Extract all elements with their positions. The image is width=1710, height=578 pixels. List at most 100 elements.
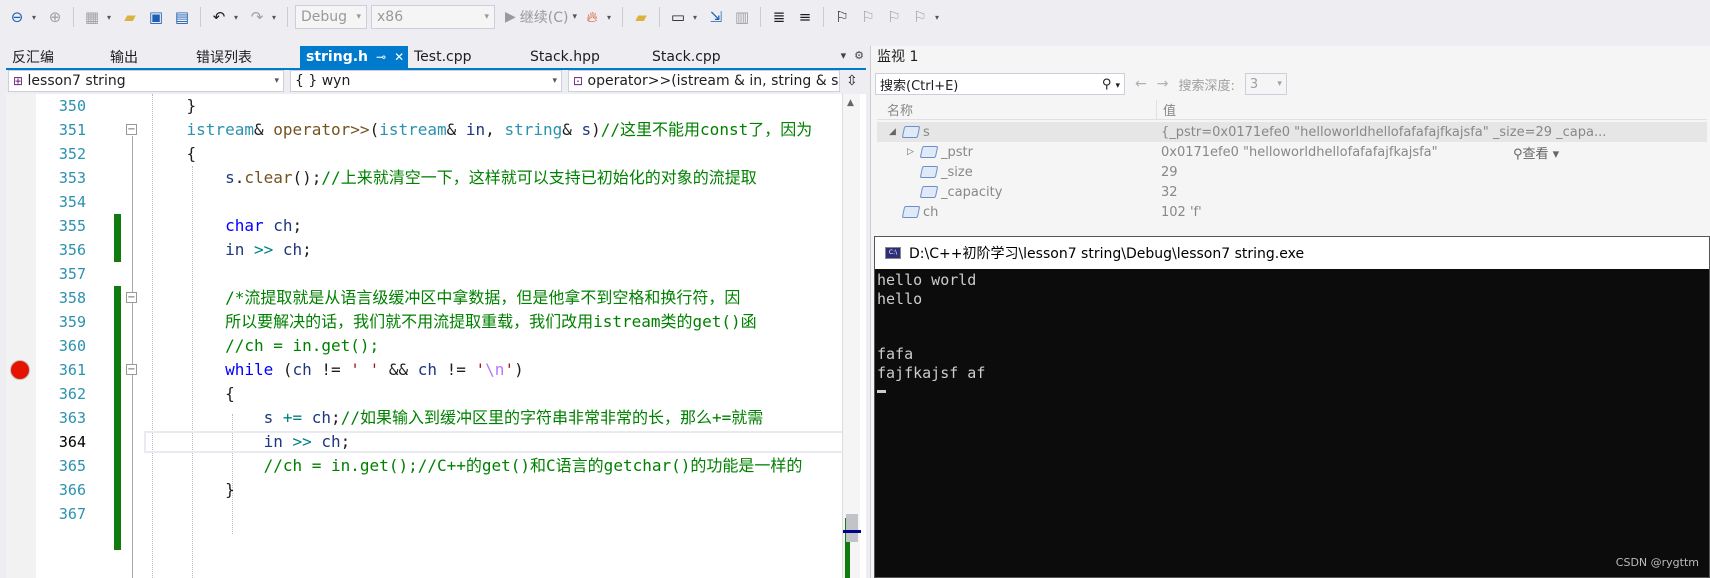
line-number: 363 <box>58 409 86 427</box>
project-select[interactable]: ⊞ lesson7 string ▾ <box>8 70 284 92</box>
collapse-icon[interactable]: ◢ <box>889 127 899 137</box>
view-button[interactable]: ⚲查看 ▾ <box>1513 143 1559 162</box>
watch-name-cell: _size <box>907 165 973 180</box>
project-icon: ⊞ <box>13 74 24 88</box>
pin-icon[interactable]: ⊸ <box>376 50 386 64</box>
code-text: 所以要解决的话，我们就不用流提取重载，我们改用istream类的get()函 <box>148 312 757 331</box>
line-number: 357 <box>58 265 86 283</box>
save-icon[interactable]: ▣ <box>145 6 167 28</box>
code-line: 361 while (ch != ' ' && ch != '\n') <box>6 358 866 382</box>
bookmark-clear-icon[interactable]: ⚐ <box>909 6 931 28</box>
forward-icon[interactable]: ⊕ <box>44 6 66 28</box>
tab-controls: ▾ ⚙ <box>841 49 864 62</box>
step-icon[interactable]: ⇲ <box>705 6 727 28</box>
toolbar-separator <box>760 7 762 27</box>
tab-error-list[interactable]: 错误列表 <box>190 46 300 68</box>
watch-row[interactable]: ch 102 'f' <box>877 202 1707 222</box>
console-window[interactable]: C:\ D:\C++初阶学习\lesson7 string\Debug\less… <box>874 236 1710 578</box>
code-line: 353 s.clear();//上来就清空一下，这样就可以支持已初始化的对象的流… <box>6 166 866 190</box>
watch-row[interactable]: _size 29 <box>877 162 1707 182</box>
layout-dropdown-icon[interactable]: ▾ <box>693 13 701 22</box>
toolbar-separator <box>287 7 288 27</box>
watermark: CSDN @rygttm <box>1615 556 1699 569</box>
column-name-header[interactable]: 名称 <box>877 100 1157 119</box>
align-icon[interactable]: ▥ <box>731 6 753 28</box>
scrollbar-thumb[interactable] <box>846 514 858 542</box>
toolbar-overflow-icon[interactable]: ▾ <box>935 13 943 22</box>
outdent-icon[interactable]: ≡ <box>794 6 816 28</box>
open-icon[interactable]: ▰ <box>119 6 141 28</box>
tab-stack-hpp[interactable]: Stack.hpp <box>524 46 646 68</box>
scroll-up-icon[interactable]: ▲ <box>847 98 854 108</box>
watch-row[interactable]: _capacity 32 <box>877 182 1707 202</box>
code-line: 354 <box>6 190 866 214</box>
watch-row[interactable]: ◢ s {_pstr=0x0171efe0 "helloworldhellofa… <box>877 122 1707 142</box>
code-line: 351 istream& operator>>(istream& in, str… <box>6 118 866 142</box>
member-lock-icon <box>919 186 939 198</box>
bookmark-next-icon[interactable]: ⚐ <box>883 6 905 28</box>
hot-reload-icon[interactable]: 🔥︎ <box>581 6 603 28</box>
undo-dropdown-icon[interactable]: ▾ <box>234 13 242 22</box>
hot-reload-dropdown-icon[interactable]: ▾ <box>607 13 615 22</box>
code-text: { <box>148 144 197 163</box>
redo-icon[interactable]: ↷ <box>246 6 268 28</box>
tab-test-cpp[interactable]: Test.cpp <box>408 46 524 68</box>
tab-disassembly[interactable]: 反汇编 <box>6 46 104 68</box>
undo-icon[interactable]: ↶ <box>208 6 230 28</box>
split-icon[interactable]: ⇳ <box>846 73 858 89</box>
back-dropdown-icon[interactable]: ▾ <box>32 13 40 22</box>
editor-scrollbar[interactable]: ▲ <box>842 94 861 578</box>
back-icon[interactable]: ⊖ <box>6 6 28 28</box>
scope-select[interactable]: { } wyn ▾ <box>290 70 562 92</box>
bookmark-icon[interactable]: ⚐ <box>831 6 853 28</box>
main-toolbar: ⊖ ▾ ⊕ ▦ ▾ ▰ ▣ ▤ ↶ ▾ ↷ ▾ Debug ▾ x86 ▾ ▶ 继续… <box>0 0 1710 34</box>
code-text: in >> ch; <box>225 240 312 259</box>
redo-dropdown-icon[interactable]: ▾ <box>272 13 280 22</box>
code-editor[interactable]: − − − 350 } 351 istream& operator>>(istr… <box>6 94 866 578</box>
new-dropdown-icon[interactable]: ▾ <box>107 13 115 22</box>
watch-value: 29 <box>1161 164 1178 180</box>
search-next-icon[interactable]: → <box>1157 76 1169 92</box>
folder-browse-icon[interactable]: ▰ <box>630 6 652 28</box>
console-titlebar[interactable]: C:\ D:\C++初阶学习\lesson7 string\Debug\less… <box>875 237 1709 269</box>
code-line: 352 { <box>6 142 866 166</box>
search-icon[interactable]: ⚲ ▾ <box>1102 77 1120 92</box>
line-number: 353 <box>58 169 86 187</box>
line-number: 358 <box>58 289 86 307</box>
code-line: 357 <box>6 262 866 286</box>
search-prev-icon[interactable]: ← <box>1135 76 1147 92</box>
search-depth-label: 搜索深度: <box>1178 78 1235 94</box>
continue-button[interactable]: ▶ 继续(C) ▾ <box>505 7 577 27</box>
expand-icon[interactable]: ▷ <box>907 147 917 157</box>
save-all-icon[interactable]: ▤ <box>171 6 193 28</box>
new-project-icon[interactable]: ▦ <box>81 6 103 28</box>
tab-list-dropdown-icon[interactable]: ▾ <box>841 49 847 62</box>
tab-stack-cpp[interactable]: Stack.cpp <box>646 46 756 68</box>
tab-output[interactable]: 输出 <box>104 46 190 68</box>
variable-icon <box>901 126 921 138</box>
gear-icon[interactable]: ⚙ <box>854 49 864 62</box>
window-layout-icon[interactable]: ▭ <box>667 6 689 28</box>
configuration-select[interactable]: Debug ▾ <box>295 5 367 29</box>
watch-name: _pstr <box>941 144 973 160</box>
bookmark-prev-icon[interactable]: ⚐ <box>857 6 879 28</box>
close-icon[interactable]: ✕ <box>394 50 404 64</box>
code-text: { <box>148 384 235 403</box>
code-line: 356 in >> ch; <box>6 238 866 262</box>
watch-row[interactable]: ▷ _pstr 0x0171efe0 "helloworldhellofafaf… <box>877 142 1707 162</box>
member-lock-icon <box>919 146 939 158</box>
member-select[interactable]: ⊡ operator>>(istream & in, string & s▾ <box>568 70 840 92</box>
console-output[interactable]: hello world hello fafa fajfkajsf af <box>875 269 1709 401</box>
line-number: 367 <box>58 505 86 523</box>
search-depth-select[interactable]: 3 ▾ <box>1244 73 1287 95</box>
watch-name: ch <box>923 204 939 220</box>
toolbar-separator <box>622 7 624 27</box>
tab-string-h[interactable]: string.h ⊸ ✕ <box>300 46 408 68</box>
platform-select[interactable]: x86 ▾ <box>371 5 495 29</box>
line-number: 352 <box>58 145 86 163</box>
scroll-caret-marker <box>843 530 861 533</box>
column-value-header[interactable]: 值 <box>1157 100 1176 119</box>
code-text: in >> ch; <box>263 432 351 451</box>
watch-search-input[interactable]: 搜索(Ctrl+E) ⚲ ▾ <box>875 73 1125 95</box>
indent-icon[interactable]: ≣ <box>768 6 790 28</box>
